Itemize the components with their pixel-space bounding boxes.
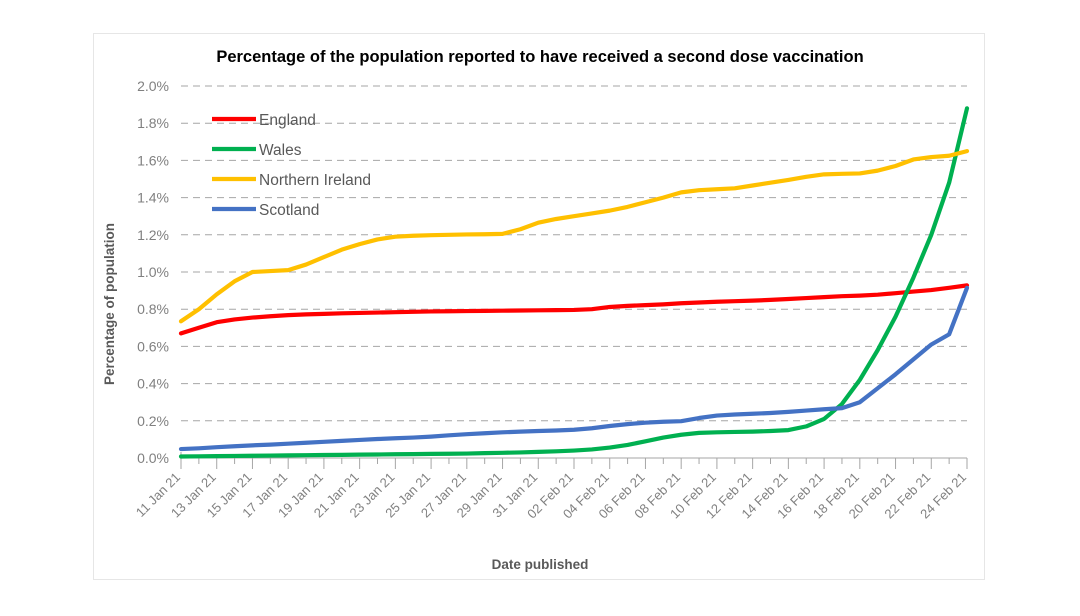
y-tick-label: 0.6% <box>137 338 169 354</box>
chart-legend: England Wales Northern Ireland Scotland <box>212 112 371 219</box>
y-tick-label: 1.2% <box>137 227 169 243</box>
y-tick-label: 2.0% <box>137 78 169 94</box>
x-axis-title: Date published <box>492 557 589 572</box>
chart-card: Percentage of the population reported to… <box>93 33 985 580</box>
legend-label-england: England <box>259 112 316 129</box>
legend-label-wales: Wales <box>259 142 302 159</box>
y-tick-label: 1.0% <box>137 264 169 280</box>
y-tick-labels: 0.0% 0.2% 0.4% 0.6% 0.8% 1.0% 1.2% 1.4% 1.6% 1.8%… <box>137 78 169 466</box>
y-tick-label: 0.4% <box>137 376 169 392</box>
legend-label-northern-ireland: Northern Ireland <box>259 172 371 189</box>
y-tick-label: 0.8% <box>137 301 169 317</box>
legend-label-scotland: Scotland <box>259 202 319 219</box>
y-axis-title: Percentage of population <box>102 223 117 385</box>
y-tick-label: 1.8% <box>137 115 169 131</box>
series-layer <box>178 106 970 459</box>
y-tick-label: 0.0% <box>137 450 169 466</box>
x-tick-labels: 11 Jan 2113 Jan 2115 Jan 2117 Jan 2119 J… <box>133 470 969 522</box>
y-tick-label: 0.2% <box>137 413 169 429</box>
series-line-england <box>178 283 970 336</box>
y-tick-label: 1.6% <box>137 152 169 168</box>
line-chart: Percentage of the population reported to… <box>102 48 970 572</box>
chart-title: Percentage of the population reported to… <box>216 48 863 66</box>
y-tick-label: 1.4% <box>137 190 169 206</box>
